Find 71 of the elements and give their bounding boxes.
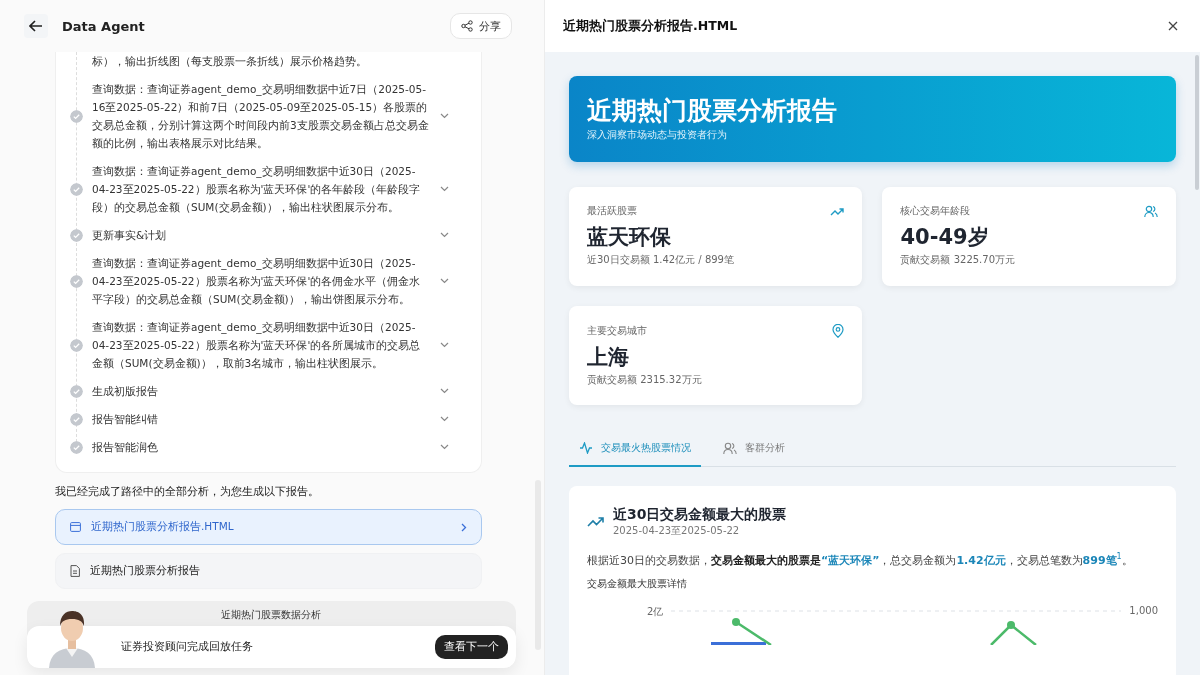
report-subtitle: 深入洞察市场动态与投资者行为 (587, 129, 728, 142)
step-text: 生成初版报告 (92, 384, 159, 399)
close-icon (1168, 21, 1178, 31)
step-text: 报告智能润色 (92, 440, 159, 455)
expand-chevron-icon[interactable] (438, 444, 451, 450)
expand-chevron-icon[interactable] (438, 342, 451, 348)
scrollbar[interactable] (1195, 55, 1199, 190)
step-text: 查询数据：查询证券agent_demo_交易明细数据中近30日（2025-04-23至2025-05-22）股票名称为'蓝天环保'的各所属城市的交易总金额（SUM(交易金额)），取前3名城市，输出柱状图展示。 (92, 320, 422, 371)
summary-paragraph: 根据近30日的交易数据，交易金额最大的股票是“蓝天环保”，总交易金额为1.42亿元，交易总笔数为899笔$^{1}$。 (587, 551, 1134, 569)
share-icon (461, 20, 473, 32)
check-icon (70, 384, 83, 398)
stat-value: 上海 (587, 344, 630, 371)
tab[interactable]: 客群分析 (713, 433, 795, 467)
expand-chevron-icon[interactable] (438, 388, 451, 394)
close-button[interactable] (1166, 19, 1180, 33)
stat-label: 主要交易城市 (587, 324, 647, 338)
chart-point (1007, 620, 1016, 629)
step-text: 报告智能纠错 (92, 412, 159, 427)
pulse-icon (579, 442, 593, 454)
trend-up-icon (830, 206, 845, 217)
check-icon (70, 274, 83, 288)
share-button[interactable]: 分享 (450, 13, 512, 39)
next-button[interactable]: 查看下一个 (435, 635, 508, 659)
replay-message: 证券投资顾问完成回放任务 (121, 640, 254, 654)
document-icon (70, 565, 80, 577)
chart-title: 交易金额最大股票详情 (587, 577, 688, 591)
app-title: Data Agent (62, 18, 146, 34)
summary-text: 我已经完成了路径中的全部分析，为您生成以下报告。 (55, 485, 320, 499)
axis-tick-label: 1,000 (1129, 604, 1158, 616)
step-text: 查询数据：查询证券agent_demo_交易明细数据中近7日（2025-05-16至2025-05-22）和前7日（2025-05-09至2025-05-15）各股票的交易总金额，分别计算这两个时间段内前3支股票交易金额占总交易金额的比例，输出表格展示对比结果。 (92, 82, 429, 151)
expand-chevron-icon[interactable] (438, 232, 451, 238)
stat-note: 贡献交易额 3225.70万元 (900, 253, 1016, 267)
check-icon (70, 228, 83, 242)
expand-chevron-icon[interactable] (438, 186, 451, 192)
stat-label: 核心交易年龄段 (900, 205, 971, 218)
step-text: 查询数据：查询证券agent_demo_交易明细数据中近30日（2025-04-23至2025-05-22）股票名称为'蓝天环保'的各佣金水平（佣金水平字段）的交易总金额（SUM(交易金额)），输出饼图展示分布。 (92, 256, 422, 307)
step-text: 查询数据：查询证券agent_demo_交易明细数据中近30日（2025-04-23至2025-05-22）股票名称为'蓝天环保'的各年龄段（年龄段字段）的交易总金额（SUM(交易金额)），输出柱状图展示分布。 (92, 164, 422, 215)
expand-chevron-icon[interactable] (438, 113, 451, 119)
stat-note: 贡献交易额 2315.32万元 (587, 373, 703, 387)
users-icon (723, 441, 737, 455)
axis-tick-label: 2亿 (647, 604, 664, 619)
section-date: 2025-04-23至2025-05-22 (613, 524, 741, 538)
chevron-right-icon (461, 522, 467, 532)
check-icon (70, 338, 83, 352)
step-text: 更新事实&计划 (92, 228, 168, 243)
back-arrow-icon (29, 20, 43, 32)
check-icon (70, 109, 83, 123)
stat-value: 蓝天环保 (587, 224, 672, 251)
users-icon (1144, 205, 1158, 218)
report-title: 近期热门股票分析报告 (587, 95, 838, 127)
section-title: 近30日交易金额最大的股票 (613, 506, 787, 524)
expand-chevron-icon[interactable] (438, 416, 451, 422)
expand-chevron-icon[interactable] (438, 278, 451, 284)
location-pin-icon (832, 324, 845, 338)
stat-label: 最活跃股票 (587, 205, 637, 218)
check-icon (70, 440, 83, 454)
replay-title: 近期热门股票数据分析 (220, 608, 323, 622)
check-icon (70, 412, 83, 426)
chart-bar (711, 641, 767, 645)
tab[interactable]: 交易最火热股票情况 (569, 433, 701, 467)
trend-up-icon (587, 516, 604, 528)
report-file-item[interactable]: 近期热门股票分析报告 (55, 553, 482, 589)
check-icon (70, 182, 83, 196)
stat-value: 40-49岁 (900, 224, 990, 251)
chart-point (732, 617, 741, 626)
window-icon (70, 522, 81, 532)
report-file-item[interactable]: 近期热门股票分析报告.HTML (55, 509, 482, 545)
stat-note: 近30日交易额 1.42亿元 / 899笔 (587, 253, 735, 267)
step-text: 标），输出折线图（每支股票一条折线）展示价格趋势。 (92, 54, 368, 69)
back-button[interactable] (24, 14, 48, 38)
preview-title: 近期热门股票分析报告.HTML (563, 17, 738, 35)
